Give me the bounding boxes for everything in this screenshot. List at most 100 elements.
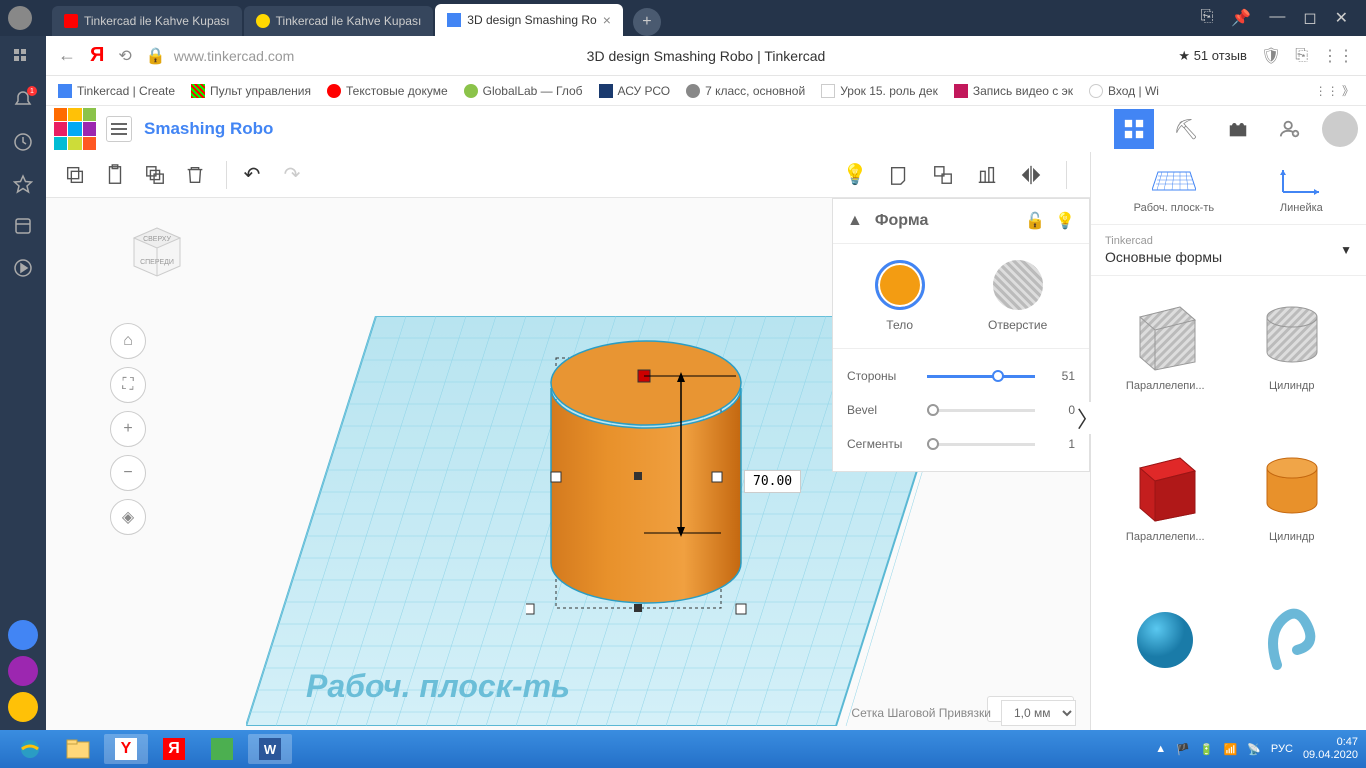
user-avatar[interactable] bbox=[1322, 111, 1358, 147]
browser-profile-avatar[interactable] bbox=[8, 6, 32, 30]
fit-view-icon[interactable]: ⛶ bbox=[110, 367, 146, 403]
duplicate-icon[interactable] bbox=[138, 158, 172, 192]
collections-icon[interactable] bbox=[13, 216, 33, 236]
taskbar-app[interactable] bbox=[200, 734, 244, 764]
minimize-icon[interactable]: — bbox=[1269, 8, 1285, 28]
dimension-label[interactable]: 70.00 bbox=[744, 470, 801, 493]
bulb-icon[interactable]: 💡 bbox=[1055, 211, 1075, 231]
shape-sphere[interactable] bbox=[1107, 595, 1224, 714]
add-user-icon[interactable] bbox=[1270, 109, 1310, 149]
home-view-icon[interactable]: ⌂ bbox=[110, 323, 146, 359]
blocks-view-icon[interactable] bbox=[1114, 109, 1154, 149]
zoom-out-icon[interactable]: − bbox=[110, 455, 146, 491]
taskbar-clock[interactable]: 0:47 09.04.2020 bbox=[1303, 736, 1358, 762]
project-name[interactable]: Smashing Robo bbox=[144, 119, 273, 139]
app-shortcut[interactable] bbox=[8, 692, 38, 722]
close-window-icon[interactable]: ✕ bbox=[1335, 8, 1348, 28]
translate-icon[interactable]: ⎘ bbox=[1295, 47, 1308, 65]
lego-icon[interactable] bbox=[1218, 109, 1258, 149]
bulb-icon[interactable]: 💡 bbox=[838, 158, 872, 192]
group-icon[interactable] bbox=[926, 158, 960, 192]
tray-wifi-icon[interactable]: 📡 bbox=[1247, 743, 1261, 756]
notifications-icon[interactable]: 1 bbox=[13, 90, 33, 110]
downloads-icon[interactable]: ⎘ bbox=[1201, 8, 1214, 28]
yandex-logo[interactable]: Я bbox=[90, 44, 104, 67]
bookmark-item[interactable]: Урок 15. роль дек bbox=[821, 84, 938, 98]
collapse-icon[interactable]: ▲ bbox=[847, 212, 863, 230]
bookmark-item[interactable]: 7 класс, основной bbox=[686, 84, 805, 98]
bookmark-item[interactable]: GlobalLab — Глоб bbox=[464, 84, 583, 98]
bookmark-item[interactable]: Пульт управления bbox=[191, 84, 311, 98]
tray-arrow-icon[interactable]: ▲ bbox=[1155, 743, 1166, 755]
redo-icon[interactable]: ↷ bbox=[275, 158, 309, 192]
play-icon[interactable] bbox=[13, 258, 33, 278]
back-icon[interactable]: ← bbox=[58, 45, 76, 66]
snap-grid-select[interactable]: 1,0 мм bbox=[1001, 700, 1076, 726]
shape-cylinder-orange[interactable]: Цилиндр bbox=[1234, 443, 1351, 574]
shape-cylinder-striped[interactable]: Цилиндр bbox=[1234, 292, 1351, 423]
maximize-icon[interactable]: ◻ bbox=[1303, 8, 1316, 28]
browser-tab[interactable]: Tinkercad ile Kahve Kupası bbox=[52, 6, 242, 36]
bookmark-item[interactable]: АСУ РСО bbox=[599, 84, 671, 98]
viewcube[interactable]: СВЕРХУ СПЕРЕДИ bbox=[124, 218, 190, 284]
shape-properties-panel: ▲ Форма 🔓 💡 Тело Отверстие Стороны 51 Be… bbox=[832, 198, 1090, 472]
copy-icon[interactable] bbox=[58, 158, 92, 192]
extensions-icon[interactable]: ⋮⋮ bbox=[1322, 46, 1354, 66]
shape-spiral[interactable] bbox=[1234, 595, 1351, 714]
lock-icon: 🔒 bbox=[146, 46, 166, 66]
tinkercad-logo[interactable] bbox=[54, 108, 96, 150]
app-shortcut[interactable] bbox=[8, 656, 38, 686]
taskbar-word[interactable]: W bbox=[248, 734, 292, 764]
shape-solid-option[interactable]: Тело bbox=[875, 260, 925, 332]
slider-segments[interactable] bbox=[927, 443, 1035, 446]
notes-icon[interactable] bbox=[882, 158, 916, 192]
tray-lang[interactable]: РУС bbox=[1271, 743, 1293, 755]
bookmark-item[interactable]: Tinkercad | Create bbox=[58, 84, 175, 98]
unlock-icon[interactable]: 🔓 bbox=[1025, 211, 1045, 231]
shape-hole-option[interactable]: Отверстие bbox=[988, 260, 1047, 332]
history-icon[interactable] bbox=[13, 132, 33, 152]
menu-icon[interactable] bbox=[106, 116, 132, 142]
expand-panel-icon[interactable]: 〉 bbox=[1077, 402, 1099, 434]
taskbar-explorer[interactable] bbox=[56, 734, 100, 764]
slider-bevel[interactable] bbox=[927, 409, 1035, 412]
shape-box-red[interactable]: Параллелепи... bbox=[1107, 443, 1224, 574]
tray-network-icon[interactable]: 📶 bbox=[1224, 743, 1238, 756]
tray-flag-icon[interactable]: 🏴 bbox=[1176, 743, 1190, 756]
workplane-tool[interactable]: Рабоч. плоск-ть bbox=[1134, 166, 1214, 214]
zoom-in-icon[interactable]: + bbox=[110, 411, 146, 447]
taskbar-ie[interactable] bbox=[8, 734, 52, 764]
slider-sides[interactable] bbox=[927, 375, 1035, 378]
bookmark-item[interactable]: Текстовые докуме bbox=[327, 84, 448, 98]
pin-icon[interactable]: 📌 bbox=[1231, 8, 1251, 28]
browser-tab[interactable]: Tinkercad ile Kahve Kupası bbox=[244, 6, 434, 36]
new-tab-button[interactable]: + bbox=[633, 8, 661, 36]
browser-tab-active[interactable]: 3D design Smashing Ro × bbox=[435, 4, 623, 36]
more-bookmarks-icon[interactable]: ⋮⋮ 》 bbox=[1315, 82, 1354, 99]
perspective-icon[interactable]: ◈ bbox=[110, 499, 146, 535]
pickaxe-icon[interactable]: ⛏ bbox=[1166, 109, 1206, 149]
undo-icon[interactable]: ↶ bbox=[235, 158, 269, 192]
shape-box-striped[interactable]: Параллелепи... bbox=[1107, 292, 1224, 423]
grid-apps-icon[interactable] bbox=[13, 48, 33, 68]
align-icon[interactable] bbox=[970, 158, 1004, 192]
refresh-icon[interactable]: ⟲ bbox=[118, 46, 131, 66]
delete-icon[interactable] bbox=[178, 158, 212, 192]
bookmark-item[interactable]: Вход | Wi bbox=[1089, 84, 1159, 98]
browser-tab-strip: Tinkercad ile Kahve Kupası Tinkercad ile… bbox=[0, 0, 1366, 36]
ruler-tool[interactable]: Линейка bbox=[1279, 166, 1323, 214]
shapes-category-selector[interactable]: Tinkercad Основные формы ▼ bbox=[1091, 225, 1366, 276]
close-icon[interactable]: × bbox=[603, 12, 611, 28]
paste-icon[interactable] bbox=[98, 158, 132, 192]
selected-cylinder[interactable]: 70.00 bbox=[526, 308, 786, 653]
tray-battery-icon[interactable]: 🔋 bbox=[1200, 743, 1214, 756]
view-nav-buttons: ⌂ ⛶ + − ◈ bbox=[110, 323, 146, 535]
app-shortcut[interactable] bbox=[8, 620, 38, 650]
taskbar-yandex-browser[interactable]: Y bbox=[104, 734, 148, 764]
mirror-icon[interactable] bbox=[1014, 158, 1048, 192]
favorites-icon[interactable] bbox=[13, 174, 33, 194]
shield-icon[interactable]: 🛡 bbox=[1261, 46, 1281, 66]
bookmark-item[interactable]: Запись видео с эк bbox=[954, 84, 1073, 98]
taskbar-yandex[interactable]: Я bbox=[152, 734, 196, 764]
reviews-badge[interactable]: ★ 51 отзыв bbox=[1178, 48, 1246, 64]
